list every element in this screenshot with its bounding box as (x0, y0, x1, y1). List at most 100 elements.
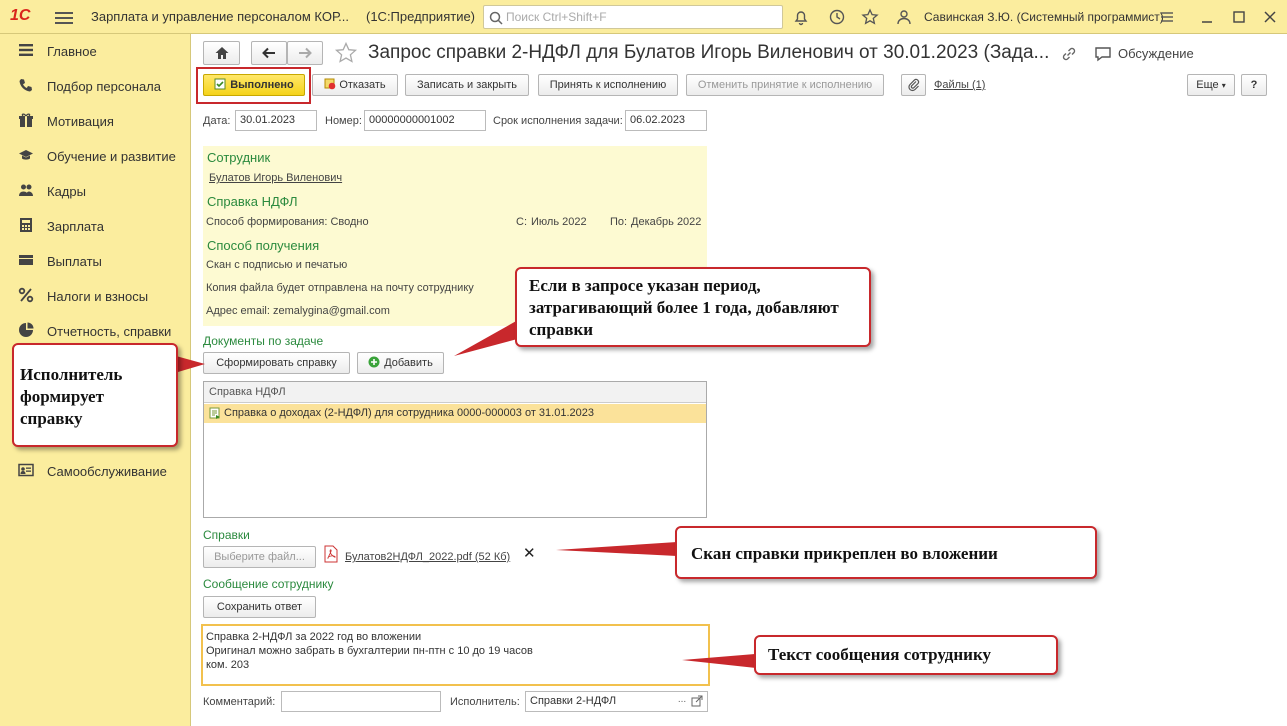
date-field[interactable]: 30.01.2023 (235, 110, 317, 131)
minimize-icon[interactable] (1198, 8, 1216, 26)
arrow-scan (556, 542, 677, 556)
pdf-file-icon (324, 545, 338, 563)
search-placeholder: Поиск Ctrl+Shift+F (506, 10, 607, 24)
message-line: ком. 203 (206, 659, 250, 671)
choose-file-button[interactable]: Выберите файл... (203, 546, 316, 568)
sidebar-item-hr[interactable]: Кадры (0, 176, 191, 206)
period-from-label: С: (516, 216, 527, 228)
sidebar-item-label: Налоги и взносы (47, 289, 149, 304)
accept-button[interactable]: Принять к исполнению (538, 74, 678, 96)
save-reply-button[interactable]: Сохранить ответ (203, 596, 316, 618)
bell-icon[interactable] (792, 8, 810, 26)
reject-button[interactable]: Отказать (312, 74, 398, 96)
calculator-icon (20, 218, 32, 232)
done-button-label: Выполнено (230, 79, 294, 91)
users-icon[interactable] (895, 8, 913, 26)
arrow-right-icon (299, 47, 312, 59)
star-icon[interactable] (861, 8, 879, 26)
sidebar-item-motivation[interactable]: Мотивация (0, 106, 191, 136)
save-and-close-button[interactable]: Записать и закрыть (405, 74, 529, 96)
forward-button[interactable] (287, 41, 323, 65)
sidebar-item-label: Мотивация (47, 114, 114, 129)
sidebar-item-label: Кадры (47, 184, 86, 199)
period-from-value: Июль 2022 (531, 216, 587, 228)
percent-icon (18, 287, 34, 303)
open-icon[interactable] (691, 695, 703, 707)
link-icon[interactable] (1060, 45, 1078, 63)
attachments-section-title: Справки (203, 528, 250, 542)
message-textarea[interactable]: Справка 2-НДФЛ за 2022 год во вложении О… (201, 624, 710, 686)
main-menu-button[interactable] (55, 9, 73, 25)
email-value: zemalygina@gmail.com (273, 305, 390, 317)
deadline-label: Срок исполнения задачи: (493, 115, 623, 127)
period-to-value: Декабрь 2022 (631, 216, 702, 228)
delivery-line-1: Скан с подписью и печатью (206, 259, 348, 271)
add-button-label: Добавить (384, 357, 433, 369)
app-logo: 1С (10, 7, 31, 24)
add-icon (368, 356, 380, 368)
close-icon[interactable] (1261, 8, 1279, 26)
menu-lines-icon (19, 44, 33, 56)
executor-label: Исполнитель: (450, 696, 520, 708)
help-button[interactable]: ? (1241, 74, 1267, 96)
deadline-field[interactable]: 06.02.2023 (625, 110, 707, 131)
cancel-accept-button[interactable]: Отменить принятие к исполнению (686, 74, 884, 96)
search-icon (489, 11, 503, 25)
discussion-link[interactable]: Обсуждение (1118, 46, 1194, 61)
maximize-icon[interactable] (1230, 8, 1248, 26)
graduation-cap-icon (19, 150, 33, 160)
date-label: Дата: (203, 115, 231, 127)
more-button-label: Еще (1196, 79, 1219, 91)
table-row[interactable]: Справка о доходах (2-НДФЛ) для сотрудник… (204, 404, 706, 423)
attach-button[interactable] (901, 74, 926, 96)
back-button[interactable] (251, 41, 287, 65)
sidebar-item-label: Зарплата (47, 219, 104, 234)
sidebar-item-reports[interactable]: Отчетность, справки (0, 316, 191, 346)
documents-table[interactable]: Справка НДФЛ Справка о доходах (2-НДФЛ) … (203, 381, 707, 518)
certificate-method: Способ формирования: Сводно (206, 216, 369, 228)
delivery-line-2: Копия файла будет отправлена на почту со… (206, 282, 474, 294)
favorite-star-icon[interactable] (334, 41, 358, 65)
number-field[interactable]: 00000000001002 (364, 110, 486, 131)
reject-icon (324, 78, 336, 90)
sidebar-item-self-service[interactable]: Самообслуживание (0, 456, 191, 486)
done-button[interactable]: Выполнено (203, 74, 305, 96)
chart-icon (19, 322, 34, 337)
sidebar-item-main[interactable]: Главное (0, 36, 191, 66)
callout-executor: Исполнитель формирует справку (12, 343, 178, 447)
sidebar-item-label: Выплаты (47, 254, 102, 269)
generate-certificate-button[interactable]: Сформировать справку (203, 352, 350, 374)
email-label: Адрес email: (206, 305, 270, 317)
sidebar-item-salary[interactable]: Зарплата (0, 211, 191, 241)
phone-icon (19, 79, 32, 92)
employee-section-title: Сотрудник (207, 150, 271, 165)
docs-section-title: Документы по задаче (203, 334, 324, 348)
home-button[interactable] (203, 41, 240, 65)
callout-arrows (176, 320, 756, 668)
sidebar-item-label: Подбор персонала (47, 79, 161, 94)
number-label: Номер: (325, 115, 362, 127)
sidebar-item-taxes[interactable]: Налоги и взносы (0, 281, 191, 311)
top-bar: 1С Зарплата и управление персоналом КОР.… (0, 0, 1287, 34)
reject-button-label: Отказать (339, 79, 386, 91)
employee-link[interactable]: Булатов Игорь Виленович (209, 172, 342, 184)
certificate-section-title: Справка НДФЛ (207, 194, 298, 209)
attached-file-link[interactable]: Булатов2НДФЛ_2022.pdf (52 Кб) (345, 551, 510, 563)
files-link[interactable]: Файлы (1) (934, 79, 985, 91)
more-icon[interactable] (1158, 8, 1176, 26)
remove-file-icon[interactable]: ✕ (523, 544, 536, 562)
sidebar-item-label: Обучение и развитие (47, 149, 176, 164)
arrow-left-icon (262, 47, 275, 59)
history-icon[interactable] (828, 8, 846, 26)
sidebar-item-recruiting[interactable]: Подбор персонала (0, 71, 191, 101)
comment-field[interactable] (281, 691, 441, 712)
sidebar-item-training[interactable]: Обучение и развитие (0, 141, 191, 171)
more-button[interactable]: Еще ▾ (1187, 74, 1235, 96)
callout-text: Текст сообщения сотруднику (754, 635, 1058, 675)
add-document-button[interactable]: Добавить (357, 352, 444, 374)
search-input[interactable]: Поиск Ctrl+Shift+F (483, 5, 783, 29)
choose-icon[interactable]: ... (675, 692, 689, 711)
current-user[interactable]: Савинская З.Ю. (Системный программист) (924, 10, 1164, 24)
paperclip-icon (907, 78, 919, 92)
sidebar-item-payments[interactable]: Выплаты (0, 246, 191, 276)
